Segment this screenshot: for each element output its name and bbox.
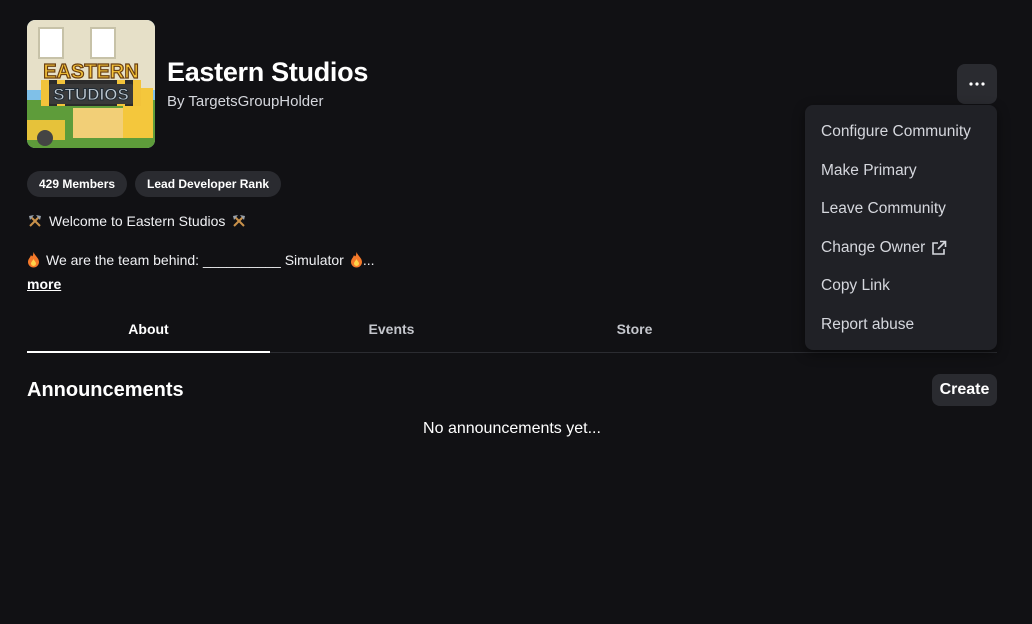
- tab-events[interactable]: Events: [270, 306, 513, 352]
- more-options-button[interactable]: [957, 64, 997, 104]
- community-logo-image: EASTERN STUDIOS: [27, 20, 155, 148]
- tab-store[interactable]: Store: [513, 306, 756, 352]
- members-badge[interactable]: 429 Members: [27, 171, 128, 197]
- menu-item-label: Leave Community: [821, 200, 946, 218]
- menu-item-change-owner[interactable]: Change Owner: [805, 229, 997, 268]
- description-line-2: We are the team behind: __________ Simul…: [27, 252, 375, 268]
- external-link-icon: [932, 240, 947, 255]
- description-ellipsis: ...: [362, 252, 375, 268]
- hammer-pick-icon: [233, 215, 246, 227]
- menu-item-label: Change Owner: [821, 238, 926, 256]
- more-options-menu: Configure Community Make Primary Leave C…: [805, 105, 997, 350]
- fire-icon: [28, 252, 39, 268]
- menu-item-configure-community[interactable]: Configure Community: [805, 113, 997, 152]
- menu-item-report-abuse[interactable]: Report abuse: [805, 306, 997, 345]
- description-text-1: Welcome to Eastern Studios: [49, 213, 226, 229]
- menu-item-label: Copy Link: [821, 277, 890, 295]
- menu-item-label: Configure Community: [821, 123, 971, 141]
- hammer-pick-icon: [29, 215, 41, 227]
- menu-item-copy-link[interactable]: Copy Link: [805, 267, 997, 306]
- announcements-heading: Announcements: [27, 379, 184, 401]
- menu-item-make-primary[interactable]: Make Primary: [805, 152, 997, 191]
- community-page: EASTERN STUDIOS Eastern Studios By Targe…: [0, 0, 1032, 624]
- community-badges: 429 Members Lead Developer Rank: [27, 171, 282, 197]
- menu-item-leave-community[interactable]: Leave Community: [805, 190, 997, 229]
- logo-text-top: EASTERN: [43, 61, 139, 83]
- ellipsis-icon: [969, 82, 985, 86]
- community-logo[interactable]: EASTERN STUDIOS: [27, 20, 155, 148]
- menu-item-label: Make Primary: [821, 161, 917, 179]
- description-line-1: Welcome to Eastern Studios: [27, 213, 247, 229]
- rank-badge[interactable]: Lead Developer Rank: [135, 171, 282, 197]
- description-text-2: We are the team behind: __________ Simul…: [46, 252, 344, 268]
- logo-text-bottom: STUDIOS: [53, 85, 129, 104]
- show-more-link[interactable]: more: [27, 276, 61, 292]
- community-owner[interactable]: By TargetsGroupHolder: [167, 93, 323, 110]
- fire-icon: [350, 252, 362, 268]
- create-announcement-button[interactable]: Create: [932, 374, 997, 406]
- menu-item-label: Report abuse: [821, 315, 915, 333]
- announcements-empty-state: No announcements yet...: [423, 420, 601, 437]
- community-title: Eastern Studios: [167, 57, 369, 87]
- tab-about[interactable]: About: [27, 306, 270, 353]
